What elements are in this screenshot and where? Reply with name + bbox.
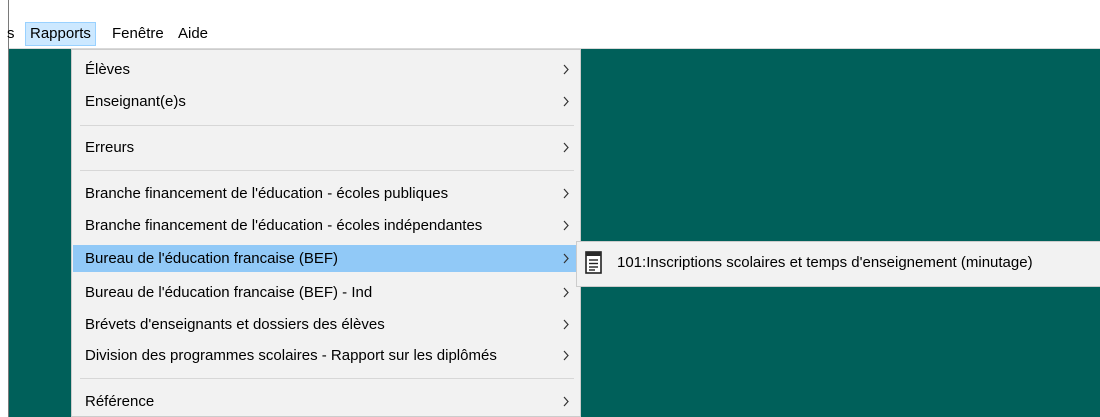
menu-item-bef[interactable]: Bureau de l'éducation francaise (BEF)	[73, 245, 579, 272]
menu-item-label: Branche financement de l'éducation - éco…	[85, 185, 449, 202]
bef-submenu: 101:Inscriptions scolaires et temps d'en…	[576, 241, 1100, 287]
menu-item-enseignants[interactable]: Enseignant(e)s	[73, 88, 579, 115]
chevron-right-icon	[563, 220, 569, 231]
chevron-right-icon	[563, 319, 569, 330]
menu-outils-truncated[interactable]: s	[3, 23, 19, 45]
menu-item-erreurs[interactable]: Erreurs	[73, 134, 579, 161]
menu-item-label: Référence	[85, 393, 155, 410]
menu-item-label: Enseignant(e)s	[85, 93, 186, 110]
chevron-right-icon	[563, 96, 569, 107]
menu-aide[interactable]: Aide	[174, 23, 212, 45]
menu-item-bef-ind[interactable]: Bureau de l'éducation francaise (BEF) - …	[73, 279, 579, 306]
menu-item-brevets-enseignants[interactable]: Brévets d'enseignants et dossiers des él…	[73, 311, 579, 338]
chevron-right-icon	[563, 142, 569, 153]
menu-bar: s Rapports Fenêtre Aide	[7, 22, 1100, 49]
menu-item-label: Brévets d'enseignants et dossiers des él…	[85, 316, 385, 333]
chevron-right-icon	[563, 396, 569, 407]
menu-separator	[80, 378, 574, 379]
chevron-right-icon	[563, 350, 569, 361]
chevron-right-icon	[563, 188, 569, 199]
menu-rapports[interactable]: Rapports	[25, 22, 96, 46]
rapports-dropdown-menu: Élèves Enseignant(e)s Erreurs Branche fi…	[71, 49, 581, 417]
menu-separator	[80, 125, 574, 126]
submenu-item-101-inscriptions[interactable]: 101:Inscriptions scolaires et temps d'en…	[579, 246, 1100, 282]
chevron-right-icon	[563, 64, 569, 75]
menu-item-label: Bureau de l'éducation francaise (BEF)	[85, 250, 339, 267]
application-window: s Rapports Fenêtre Aide Élèves Enseignan…	[7, 0, 1100, 417]
menu-fenetre[interactable]: Fenêtre	[108, 23, 168, 45]
menu-item-eleves[interactable]: Élèves	[73, 56, 579, 83]
menu-item-label: Erreurs	[85, 139, 135, 156]
menu-item-reference[interactable]: Référence	[73, 388, 579, 415]
submenu-item-label: 101:Inscriptions scolaires et temps d'en…	[617, 254, 1033, 271]
menu-item-label: Bureau de l'éducation francaise (BEF) - …	[85, 284, 373, 301]
chevron-right-icon	[563, 287, 569, 298]
menu-item-label: Division des programmes scolaires - Rapp…	[85, 347, 497, 364]
chevron-right-icon	[563, 253, 569, 264]
menu-item-label: Élèves	[85, 61, 131, 78]
menu-separator	[80, 170, 574, 171]
menu-item-label: Branche financement de l'éducation - éco…	[85, 217, 483, 234]
menu-item-division-programmes[interactable]: Division des programmes scolaires - Rapp…	[73, 342, 579, 369]
report-document-icon	[585, 251, 602, 274]
menu-item-bfe-ecoles-publiques[interactable]: Branche financement de l'éducation - éco…	[73, 180, 579, 207]
menu-item-bfe-ecoles-independantes[interactable]: Branche financement de l'éducation - éco…	[73, 212, 579, 239]
